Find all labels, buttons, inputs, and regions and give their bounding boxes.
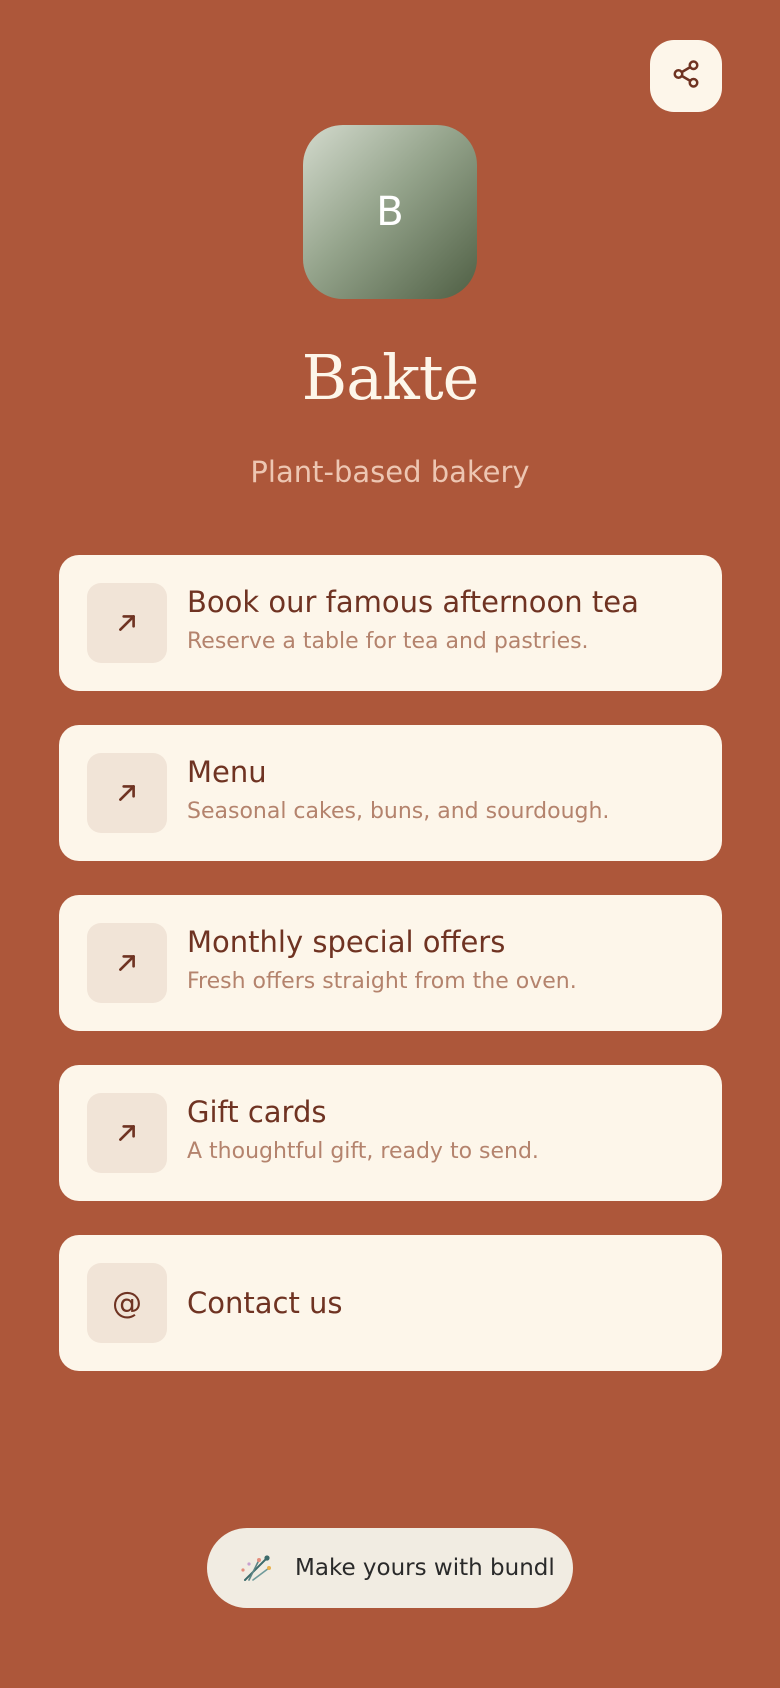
avatar-initial: B [376, 189, 404, 235]
avatar: B [303, 125, 477, 299]
arrow-up-right-icon [87, 1093, 167, 1173]
link-card-gift-cards[interactable]: Gift cards A thoughtful gift, ready to s… [59, 1065, 722, 1201]
bundl-logo-icon [235, 1548, 275, 1588]
link-card-special-offers[interactable]: Monthly special offers Fresh offers stra… [59, 895, 722, 1031]
at-sign-icon: @ [87, 1263, 167, 1343]
link-card-contact[interactable]: @ Contact us [59, 1235, 722, 1371]
link-description: A thoughtful gift, ready to send. [187, 1139, 539, 1164]
arrow-up-right-icon [87, 753, 167, 833]
page-title: Bakte [301, 341, 480, 414]
link-description: Fresh offers straight from the oven. [187, 969, 577, 994]
link-title: Book our famous afternoon tea [187, 585, 639, 619]
link-title: Contact us [187, 1286, 343, 1320]
make-yours-label: Make yours with bundl [295, 1555, 555, 1581]
arrow-up-right-icon [87, 923, 167, 1003]
share-icon [671, 59, 701, 93]
link-title: Monthly special offers [187, 925, 506, 959]
link-list: Book our famous afternoon tea Reserve a … [59, 555, 722, 1405]
make-yours-button[interactable]: Make yours with bundl [207, 1528, 573, 1608]
share-button[interactable] [650, 40, 722, 112]
link-description: Reserve a table for tea and pastries. [187, 629, 589, 654]
arrow-up-right-icon [87, 583, 167, 663]
link-card-afternoon-tea[interactable]: Book our famous afternoon tea Reserve a … [59, 555, 722, 691]
link-title: Gift cards [187, 1095, 327, 1129]
link-card-menu[interactable]: Menu Seasonal cakes, buns, and sourdough… [59, 725, 722, 861]
link-description: Seasonal cakes, buns, and sourdough. [187, 799, 610, 824]
link-title: Menu [187, 755, 267, 789]
tagline: Plant-based bakery [250, 455, 530, 489]
